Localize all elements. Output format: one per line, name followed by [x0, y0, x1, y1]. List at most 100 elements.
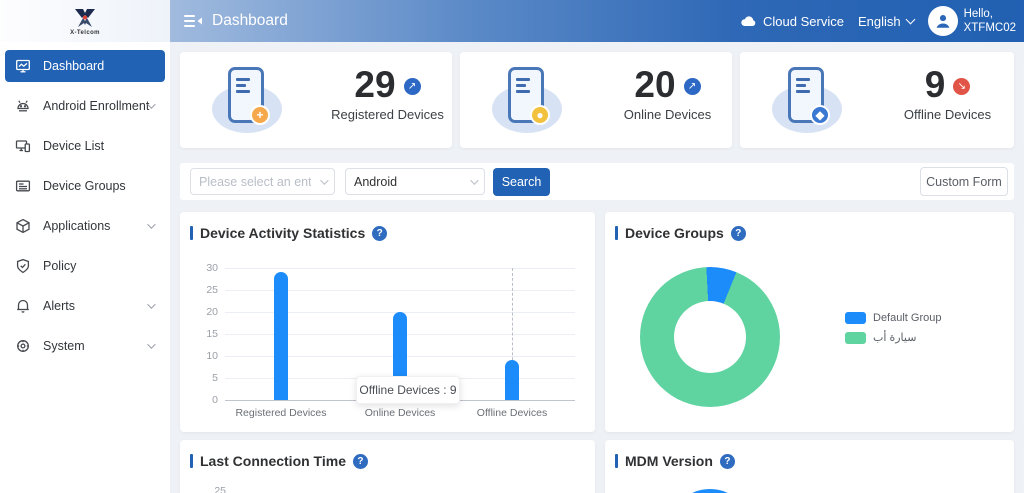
user-icon	[934, 12, 952, 30]
legend-item[interactable]: Default Group	[845, 312, 941, 324]
language-label: English	[858, 14, 901, 29]
donut-legend: Default Group سيارة أب	[845, 312, 941, 344]
language-selector[interactable]: English	[858, 14, 914, 29]
legend-item[interactable]: سيارة أب	[845, 331, 941, 344]
sidebar-item-label: Dashboard	[43, 59, 104, 73]
bar-offline-devices[interactable]	[505, 360, 519, 400]
title-accent-bar	[190, 454, 193, 468]
sidebar-item-label: Android Enrollment	[43, 99, 149, 113]
stat-label: Online Devices	[624, 107, 711, 122]
badge-icon: +	[250, 105, 270, 125]
donut-hole	[674, 301, 746, 373]
sidebar-item-label: Device Groups	[43, 179, 126, 193]
chevron-down-icon	[147, 220, 155, 228]
legend-swatch	[845, 332, 866, 344]
sidebar-item-system[interactable]: System	[5, 330, 165, 362]
sidebar-item-applications[interactable]: Applications	[5, 210, 165, 242]
help-icon[interactable]: ?	[731, 226, 746, 241]
chevron-down-icon	[147, 300, 155, 308]
last-connection-title: Last Connection Time	[200, 453, 346, 469]
y-axis-tick: 0	[188, 394, 218, 406]
help-icon[interactable]: ?	[720, 454, 735, 469]
user-menu[interactable]: Hello, XTFMC02	[928, 6, 1016, 36]
badge-icon: ◆	[810, 105, 830, 125]
x-axis-label: Registered Devices	[221, 407, 341, 419]
x-axis-label: Offline Devices	[452, 407, 572, 419]
stat-label: Offline Devices	[904, 107, 991, 122]
os-select-value: Android	[354, 175, 397, 189]
sidebar: Dashboard Android Enrollment Device List De…	[0, 42, 170, 493]
sidebar-nav: Dashboard Android Enrollment Device List De…	[0, 50, 170, 362]
device-groups-icon	[15, 178, 31, 194]
chevron-down-icon	[320, 176, 328, 184]
sidebar-item-device-list[interactable]: Device List	[5, 130, 165, 162]
phone-illustration: ●	[490, 63, 564, 137]
chart-tooltip: Offline Devices : 9	[356, 376, 460, 404]
help-icon[interactable]: ?	[353, 454, 368, 469]
x-telcom-logo-icon	[72, 7, 98, 29]
sidebar-item-android-enrollment[interactable]: Android Enrollment	[5, 90, 165, 122]
page-title: Dashboard	[212, 12, 288, 30]
x-axis-label: Online Devices	[340, 407, 460, 419]
device-activity-card: Device Activity Statistics ? 05101520253…	[180, 212, 595, 432]
greeting-username: XTFMC02	[964, 22, 1016, 34]
sidebar-item-policy[interactable]: Policy	[5, 250, 165, 282]
brand-logo[interactable]: X-Telcom	[70, 7, 100, 36]
y-axis-tick: 10	[188, 350, 218, 362]
logo-text: X-Telcom	[70, 30, 100, 36]
mdm-version-title: MDM Version	[625, 453, 713, 469]
collapse-menu-icon[interactable]	[184, 13, 203, 29]
title-accent-bar	[615, 226, 618, 240]
trend-up-icon: ↗	[404, 78, 421, 95]
donut-chart[interactable]	[640, 267, 780, 407]
stat-value: 9	[925, 66, 946, 105]
stat-label: Registered Devices	[331, 107, 444, 122]
logo-area: X-Telcom	[0, 0, 170, 42]
cloud-service-menu[interactable]: Cloud Service	[740, 14, 844, 29]
header: X-Telcom Dashboard Cloud Service	[0, 0, 1024, 42]
last-connection-card: Last Connection Time ? 25	[180, 440, 595, 493]
trend-down-icon: ↘	[953, 78, 970, 95]
stat-card-offline-devices: ◆ 9 ↘ Offline Devices	[740, 52, 1014, 148]
y-axis-tick: 5	[188, 372, 218, 384]
trend-up-icon: ↗	[684, 78, 701, 95]
y-axis-tick: 25	[196, 485, 226, 493]
sidebar-item-alerts[interactable]: Alerts	[5, 290, 165, 322]
phone-illustration: +	[210, 63, 284, 137]
badge-icon: ●	[530, 105, 550, 125]
y-axis-tick: 30	[188, 262, 218, 274]
y-axis-tick: 15	[188, 328, 218, 340]
title-accent-bar	[615, 454, 618, 468]
device-groups-title: Device Groups	[625, 225, 724, 241]
stat-card-online-devices: ●20↗Online Devices	[460, 52, 732, 148]
stat-card-registered-devices: +29 ↗ Registered Devices	[180, 52, 452, 148]
user-greeting: Hello, XTFMC02	[964, 7, 1016, 36]
cloud-icon	[740, 15, 757, 27]
device-groups-card: Device Groups ? Default Group سيارة أب	[605, 212, 1014, 432]
bar-registered-devices[interactable]	[274, 272, 288, 400]
enterprise-select[interactable]: Please select an ente	[190, 168, 335, 195]
app-root: X-Telcom Dashboard Cloud Service	[0, 0, 1024, 493]
sidebar-item-label: System	[43, 339, 85, 353]
applications-icon	[15, 218, 31, 234]
device-list-icon	[15, 138, 31, 154]
chevron-down-icon	[470, 176, 478, 184]
search-button[interactable]: Search	[493, 168, 550, 196]
sidebar-item-device-groups[interactable]: Device Groups	[5, 170, 165, 202]
sidebar-item-label: Device List	[43, 139, 104, 153]
stat-value: 29	[354, 66, 395, 105]
legend-label: Default Group	[873, 312, 941, 324]
y-axis-tick: 25	[188, 284, 218, 296]
chevron-down-icon	[905, 15, 915, 25]
partial-donut-chart	[668, 489, 752, 493]
sidebar-item-dashboard[interactable]: Dashboard	[5, 50, 165, 82]
phone-illustration: ◆	[770, 63, 844, 137]
legend-swatch	[845, 312, 866, 324]
legend-label: سيارة أب	[873, 331, 916, 344]
os-select[interactable]: Android	[345, 168, 485, 195]
alerts-icon	[15, 298, 31, 314]
custom-form-button[interactable]: Custom Form	[920, 167, 1008, 196]
dashboard-icon	[15, 58, 31, 74]
y-axis-tick: 20	[188, 306, 218, 318]
sidebar-item-label: Applications	[43, 219, 110, 233]
